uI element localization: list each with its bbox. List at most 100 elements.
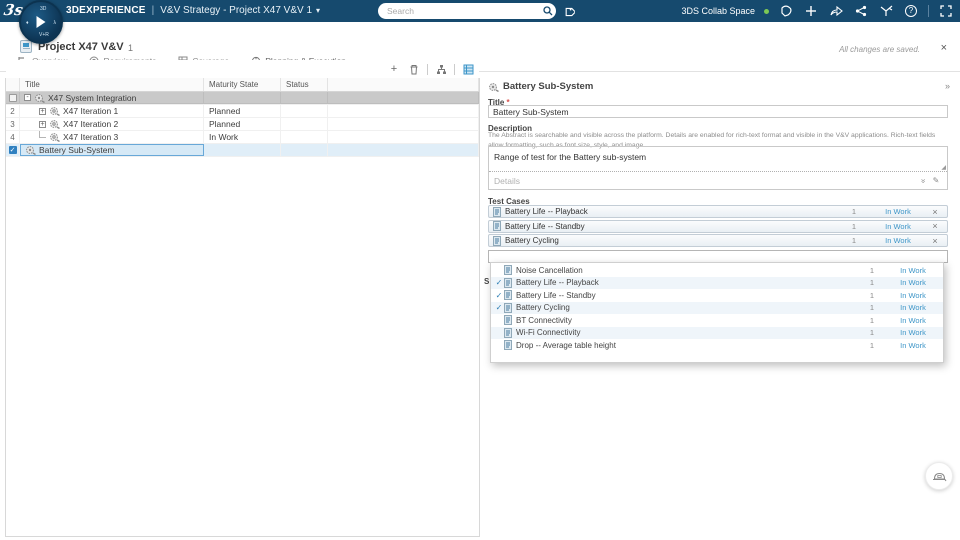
table-row[interactable]: 2 + X47 Iteration 1 Planned: [6, 105, 479, 118]
row-checkbox[interactable]: [8, 93, 17, 102]
table-row-selected[interactable]: ✓ Battery Sub-System: [6, 144, 479, 157]
delete-icon[interactable]: [407, 62, 421, 76]
chip-state[interactable]: In Work: [869, 222, 927, 231]
row-status: [281, 131, 328, 143]
collapse-panel-icon[interactable]: »: [945, 81, 950, 91]
details-field[interactable]: Details: [494, 176, 918, 186]
test-case-icon: [493, 206, 501, 217]
collapse-icon[interactable]: -: [24, 94, 31, 101]
row-maturity: [204, 144, 281, 156]
hierarchy-view-icon[interactable]: [434, 62, 448, 76]
option-state[interactable]: In Work: [887, 266, 939, 275]
share-arrow-icon[interactable]: [828, 3, 844, 19]
option-state[interactable]: In Work: [887, 278, 939, 287]
dropdown-option[interactable]: Noise Cancellation 1 In Work: [491, 264, 943, 277]
assistant-button[interactable]: [925, 462, 953, 490]
row-status: [281, 92, 328, 104]
app-title[interactable]: V&V Strategy - Project X47 V&V 1: [160, 5, 312, 16]
topbar-right-cluster: 3DS Collab Space ?: [681, 0, 954, 22]
search-input[interactable]: [378, 6, 540, 16]
dropdown-option-checked[interactable]: ✓ Battery Life -- Playback 1 In Work: [491, 276, 943, 289]
fullscreen-icon[interactable]: [938, 3, 954, 19]
3ds-wing-icon[interactable]: [878, 3, 894, 19]
test-case-dropdown: Noise Cancellation 1 In Work ✓ Battery L…: [490, 262, 944, 363]
dropdown-option-checked[interactable]: ✓ Battery Life -- Standby 1 In Work: [491, 289, 943, 302]
notifications-icon[interactable]: [778, 3, 794, 19]
resize-handle-icon[interactable]: ◢: [941, 164, 946, 171]
option-label: Wi-Fi Connectivity: [516, 328, 581, 338]
table-toolbar: +: [6, 60, 479, 78]
option-state[interactable]: In Work: [887, 328, 939, 337]
option-revision: 1: [869, 290, 875, 300]
column-header-status[interactable]: Status: [281, 78, 328, 91]
expand-icon[interactable]: +: [39, 120, 46, 128]
row-status: [281, 118, 328, 130]
option-label: Noise Cancellation: [516, 265, 583, 275]
row-number: 4: [6, 131, 20, 143]
tag-icon[interactable]: [561, 4, 577, 20]
remove-chip-icon[interactable]: ×: [927, 207, 943, 217]
expand-icon[interactable]: +: [39, 107, 46, 115]
test-case-chip[interactable]: Battery Cycling 1 In Work ×: [488, 234, 948, 247]
dropdown-option[interactable]: Drop -- Average table height 1 In Work: [491, 339, 943, 352]
chip-state[interactable]: In Work: [869, 207, 927, 216]
help-icon[interactable]: ?: [903, 3, 919, 19]
edit-details-icon[interactable]: ✎: [930, 175, 942, 187]
title-field[interactable]: [488, 105, 948, 118]
chip-state[interactable]: In Work: [869, 236, 927, 245]
search-icon[interactable]: [540, 3, 556, 19]
row-checkbox-checked[interactable]: ✓: [8, 146, 17, 154]
dropdown-option[interactable]: BT Connectivity 1 In Work: [491, 314, 943, 327]
iteration-icon: [50, 120, 60, 129]
abstract-field[interactable]: Range of test for the Battery sub-system…: [489, 147, 947, 172]
option-revision: 1: [869, 328, 875, 338]
row-maturity: In Work: [204, 131, 281, 143]
test-case-chip[interactable]: Battery Life -- Playback 1 In Work ×: [488, 205, 948, 218]
add-icon[interactable]: [803, 3, 819, 19]
share-network-icon[interactable]: [853, 3, 869, 19]
option-state[interactable]: In Work: [887, 341, 939, 350]
dropdown-option-checked[interactable]: ✓ Battery Cycling 1 In Work: [491, 301, 943, 314]
row-filler: [328, 144, 479, 156]
test-case-icon: [493, 221, 501, 231]
remove-chip-icon[interactable]: ×: [927, 221, 943, 231]
column-header-title[interactable]: Title: [20, 78, 204, 91]
table-view-icon[interactable]: [461, 62, 475, 76]
global-search[interactable]: [378, 3, 556, 19]
row-maturity: Planned: [204, 118, 281, 130]
test-case-chip[interactable]: Battery Life -- Standby 1 In Work ×: [488, 219, 948, 233]
chip-revision: 1: [851, 221, 857, 231]
option-state[interactable]: In Work: [887, 303, 939, 312]
brand-separator: |: [151, 5, 155, 16]
iteration-icon: [50, 107, 60, 116]
row-filler: [328, 92, 479, 104]
add-row-icon[interactable]: +: [387, 62, 401, 76]
expand-details-icon[interactable]: »: [918, 175, 930, 187]
table-row[interactable]: 3 + X47 Iteration 2 Planned: [6, 118, 479, 131]
row-title: X47 Iteration 3: [63, 132, 119, 142]
dropdown-option[interactable]: Wi-Fi Connectivity 1 In Work: [491, 326, 943, 339]
row-status: [281, 144, 328, 156]
topbar-divider: [928, 5, 929, 17]
obscured-section-label: S: [484, 277, 490, 286]
table-row[interactable]: - X47 System Integration: [6, 92, 479, 105]
test-case-chip-list: Battery Life -- Playback 1 In Work × Bat…: [488, 205, 948, 249]
test-case-icon: [504, 315, 512, 326]
column-header-maturity[interactable]: Maturity State: [204, 78, 281, 91]
iteration-icon: [50, 133, 60, 142]
row-filler: [328, 118, 479, 130]
option-state[interactable]: In Work: [887, 291, 939, 300]
chip-label: Battery Cycling: [505, 236, 559, 245]
close-icon[interactable]: ×: [941, 42, 947, 54]
row-number-column: [6, 78, 20, 91]
table-row[interactable]: 4 X47 Iteration 3 In Work: [6, 131, 479, 144]
toolbar-divider: [427, 63, 428, 75]
remove-chip-icon[interactable]: ×: [927, 236, 943, 246]
chevron-down-icon[interactable]: ▾: [316, 6, 320, 15]
3dexperience-compass-icon[interactable]: 3D ♦ λ V+R: [19, 0, 63, 44]
campaign-icon: [35, 93, 45, 103]
row-status: [281, 105, 328, 117]
row-filler: [328, 105, 479, 117]
option-state[interactable]: In Work: [887, 316, 939, 325]
collab-space-label[interactable]: 3DS Collab Space: [681, 6, 755, 16]
